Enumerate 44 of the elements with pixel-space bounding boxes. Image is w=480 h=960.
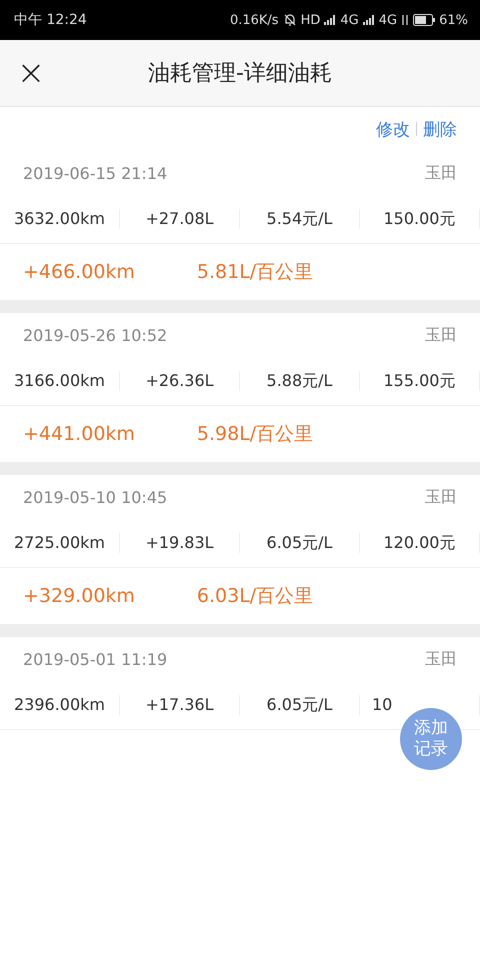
action-link[interactable]: 修改 (376, 118, 410, 140)
battery-icon (413, 14, 436, 26)
record-value: 155.00元 (360, 371, 480, 391)
signal-icon (324, 15, 336, 25)
record-value: 120.00元 (360, 533, 480, 553)
consumption-stat: 5.81L/百公里 (196, 260, 314, 285)
add-record-button[interactable]: 添加 记录 (400, 708, 462, 770)
record-value: 3166.00km (0, 371, 120, 391)
record-value: +27.08L (120, 209, 240, 229)
record-value: +26.36L (120, 371, 240, 391)
record-value: 150.00元 (360, 209, 480, 229)
record-value: 2725.00km (0, 533, 120, 553)
battery-level: 61% (439, 12, 468, 28)
record-value: 3632.00km (0, 209, 120, 229)
status-time: 中午 12:24 (14, 11, 87, 29)
consumption-stat: +329.00km (23, 585, 135, 607)
signal-icon (362, 15, 375, 25)
network-speed: 0.16K/s (230, 12, 279, 28)
hd-label: HD (300, 12, 320, 28)
network-type: 4G (340, 12, 359, 28)
consumption-stat: 6.03L/百公里 (196, 584, 314, 609)
record-date: 2019-05-01 11:19 (23, 650, 168, 668)
record-value: 5.54元/L (240, 209, 360, 229)
record-value: +19.83L (120, 533, 240, 553)
record-date: 2019-05-26 10:52 (23, 326, 168, 344)
record-location: 玉田 (425, 324, 457, 346)
page-title: 油耗管理-详细油耗 (148, 60, 332, 88)
record-location: 玉田 (425, 162, 457, 184)
consumption-stat: +441.00km (23, 423, 135, 445)
mute-bell-icon (282, 13, 297, 27)
record-location: 玉田 (425, 648, 457, 670)
consumption-stat: 5.98L/百公里 (196, 422, 314, 447)
record-value: 2396.00km (0, 695, 120, 715)
network-type: 4G (378, 12, 398, 28)
action-link[interactable]: 删除 (423, 118, 457, 140)
record-date: 2019-05-10 10:45 (23, 488, 168, 506)
consumption-stat: +466.00km (23, 261, 135, 283)
record-value: 5.88元/L (240, 371, 360, 391)
record-value: +17.36L (120, 695, 240, 715)
record-value: 6.05元/L (240, 533, 360, 553)
record-value: 6.05元/L (240, 695, 360, 715)
close-button[interactable]: × (11, 56, 51, 90)
record-date: 2019-06-15 21:14 (23, 164, 168, 182)
record-location: 玉田 (425, 486, 457, 508)
